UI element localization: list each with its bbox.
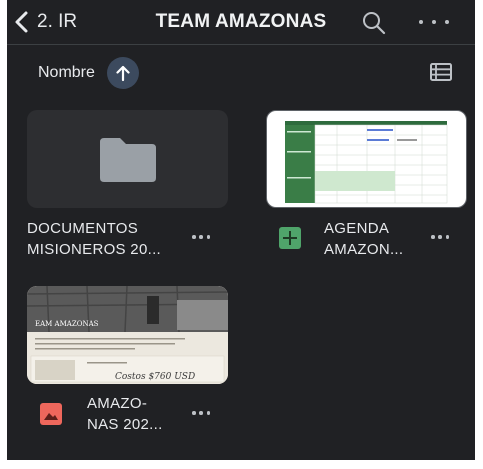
image-heading-text: EAM AMAZONAS	[35, 320, 99, 328]
image-price-text: Costos $760 USD	[115, 372, 195, 382]
search-icon[interactable]	[361, 10, 387, 36]
dot	[431, 235, 435, 239]
spreadsheet-more-button[interactable]	[431, 234, 449, 240]
spreadsheet-icon	[279, 227, 301, 249]
image-name[interactable]: AMAZO- NAS 202...	[87, 393, 163, 435]
folder-name-line1: DOCUMENTOS	[27, 220, 139, 237]
page-title: TEAM AMAZONAS	[155, 11, 327, 32]
folder-name[interactable]: DOCUMENTOS MISIONEROS 20...	[27, 218, 161, 260]
dot	[432, 20, 436, 24]
header-divider	[7, 44, 475, 45]
sort-direction-button[interactable]	[107, 57, 139, 89]
more-options-button[interactable]	[419, 12, 449, 32]
dot	[445, 20, 449, 24]
sort-label[interactable]: Nombre	[38, 64, 95, 82]
dot	[192, 235, 196, 239]
drive-folder-screen: 2. IR TEAM AMAZONAS Nombre DOCUMENTOS MI…	[7, 0, 475, 460]
top-bar: 2. IR TEAM AMAZONAS	[7, 0, 475, 44]
image-more-button[interactable]	[192, 410, 210, 416]
dot	[199, 235, 203, 239]
spreadsheet-preview-graphic	[285, 121, 448, 204]
image-file-icon	[40, 403, 62, 425]
folder-icon	[100, 138, 156, 182]
dot	[445, 235, 449, 239]
dot	[438, 235, 442, 239]
spreadsheet-name[interactable]: AGENDA AMAZON...	[324, 218, 403, 260]
spreadsheet-name-line2: AMAZON...	[324, 241, 404, 258]
dot	[199, 411, 203, 415]
image-name-line1: AMAZO-	[87, 395, 148, 412]
folder-thumbnail[interactable]	[27, 110, 228, 208]
image-thumbnail[interactable]: EAM AMAZONAS Costos $760 USD	[27, 286, 228, 384]
dot	[419, 20, 423, 24]
spreadsheet-thumbnail[interactable]	[266, 110, 467, 208]
dot	[192, 411, 196, 415]
arrow-up-icon	[116, 65, 130, 82]
spreadsheet-name-line1: AGENDA	[324, 220, 390, 237]
folder-more-button[interactable]	[192, 234, 210, 240]
dot	[206, 411, 210, 415]
image-preview-graphic: EAM AMAZONAS Costos $760 USD	[27, 286, 228, 384]
dot	[206, 235, 210, 239]
image-name-line2: NAS 202...	[87, 416, 163, 433]
folder-name-line2: MISIONEROS 20...	[27, 241, 161, 258]
list-view-icon[interactable]	[430, 63, 452, 81]
